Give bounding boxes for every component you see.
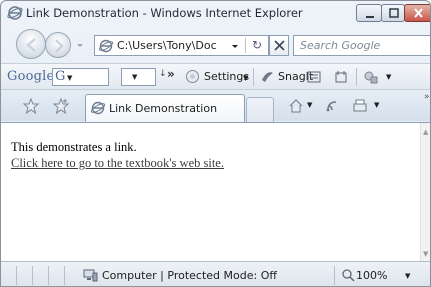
page-content: This demonstrates a link. Click here to …	[1, 122, 430, 262]
forward-button[interactable]	[45, 32, 71, 58]
toolbar-separator	[253, 68, 254, 86]
scroll-up-icon[interactable]: ▲	[423, 128, 428, 136]
address-url[interactable]: C:\Users\Tony\Doc	[117, 39, 217, 52]
page-text: This demonstrates a link.	[11, 140, 137, 154]
status-bar: Computer | Protected Mode: Off 100% ▼	[1, 261, 430, 286]
chevron-down-icon: ▼	[243, 74, 249, 82]
google-g-icon: G	[55, 69, 66, 84]
feeds-icon[interactable]	[323, 97, 341, 115]
page-icon	[90, 101, 106, 115]
vertical-scrollbar[interactable]: ▲ ▼	[420, 123, 430, 262]
page-body: This demonstrates a link. Click here to …	[11, 139, 224, 171]
tab-label: Link Demonstration	[109, 102, 218, 115]
snagit-capture-icon[interactable]	[306, 69, 322, 85]
zoom-level[interactable]: 100%	[356, 269, 387, 282]
forward-arrow-icon	[55, 39, 64, 53]
extension-icon[interactable]	[363, 69, 379, 85]
address-separator	[245, 38, 246, 53]
computer-zone-icon	[83, 269, 98, 282]
google-logo: Google	[7, 69, 55, 84]
tab-link-demonstration[interactable]: Link Demonstration	[85, 94, 245, 122]
stop-x-icon	[274, 40, 285, 51]
snagit-icon	[262, 72, 273, 82]
search-go-icon[interactable]: ↓	[159, 69, 167, 79]
favorites-star-icon[interactable]	[22, 97, 40, 115]
internet-explorer-icon	[7, 6, 23, 20]
command-bar-more-icon[interactable]: »	[424, 92, 430, 102]
stop-button[interactable]	[269, 35, 289, 56]
print-icon[interactable]	[351, 97, 369, 115]
status-separator	[334, 266, 335, 285]
security-zone-text[interactable]: Computer | Protected Mode: Off	[102, 269, 277, 282]
home-icon[interactable]	[287, 97, 305, 115]
page-icon	[98, 39, 114, 53]
chevron-down-icon[interactable]: ▼	[405, 272, 410, 280]
minimize-icon	[366, 16, 374, 18]
tab-bar: Link Demonstration ▼ ▼ »	[1, 89, 430, 122]
navigation-bar: C:\Users\Tony\Doc ↻ Search Google	[1, 27, 430, 63]
textbook-link[interactable]: Click here to go to the textbook's web s…	[11, 155, 224, 171]
chevron-down-icon[interactable]: ▼	[374, 101, 379, 109]
settings-radio-icon	[186, 70, 199, 83]
close-icon	[414, 8, 423, 18]
status-separator	[64, 266, 65, 285]
recent-pages-dropdown-icon[interactable]	[75, 40, 85, 50]
zoom-icon	[342, 269, 355, 282]
search-input[interactable]: Search Google	[293, 35, 430, 56]
add-favorites-icon[interactable]	[52, 97, 70, 115]
title-bar[interactable]: Link Demonstration - Windows Internet Ex…	[1, 1, 430, 25]
google-search-button[interactable]: ▼	[121, 68, 156, 86]
toolbar-more-icon[interactable]: »	[167, 67, 175, 81]
close-button[interactable]	[404, 4, 430, 22]
maximize-button[interactable]	[381, 4, 405, 22]
chevron-down-icon[interactable]: ▼	[132, 73, 137, 81]
minimize-button[interactable]	[356, 4, 382, 22]
chevron-down-icon[interactable]: ▼	[307, 101, 312, 109]
chevron-down-icon[interactable]: ▼	[386, 73, 391, 81]
toolbar-separator	[356, 68, 357, 86]
status-separator	[16, 266, 17, 285]
address-dropdown-icon[interactable]	[229, 40, 241, 52]
refresh-icon[interactable]: ↻	[248, 37, 266, 54]
scroll-down-icon[interactable]: ▼	[423, 250, 428, 258]
maximize-icon	[389, 8, 399, 18]
status-separator	[32, 266, 33, 285]
chevron-down-icon[interactable]: ▼	[67, 74, 72, 82]
browser-window: Link Demonstration - Windows Internet Ex…	[0, 0, 431, 287]
address-bar[interactable]: C:\Users\Tony\Doc ↻	[94, 35, 269, 56]
search-placeholder: Search Google	[300, 39, 381, 52]
back-button[interactable]	[16, 29, 46, 59]
back-arrow-icon	[26, 38, 36, 52]
google-search-box[interactable]: G ▼	[52, 68, 109, 86]
new-tab-button[interactable]	[246, 97, 274, 122]
status-separator	[48, 266, 49, 285]
window-title: Link Demonstration - Windows Internet Ex…	[26, 6, 303, 20]
google-toolbar: Google G ▼ ▼ ↓ » Settings ▼ SnagIt ▼	[1, 63, 430, 89]
snagit-window-icon[interactable]	[333, 69, 349, 85]
